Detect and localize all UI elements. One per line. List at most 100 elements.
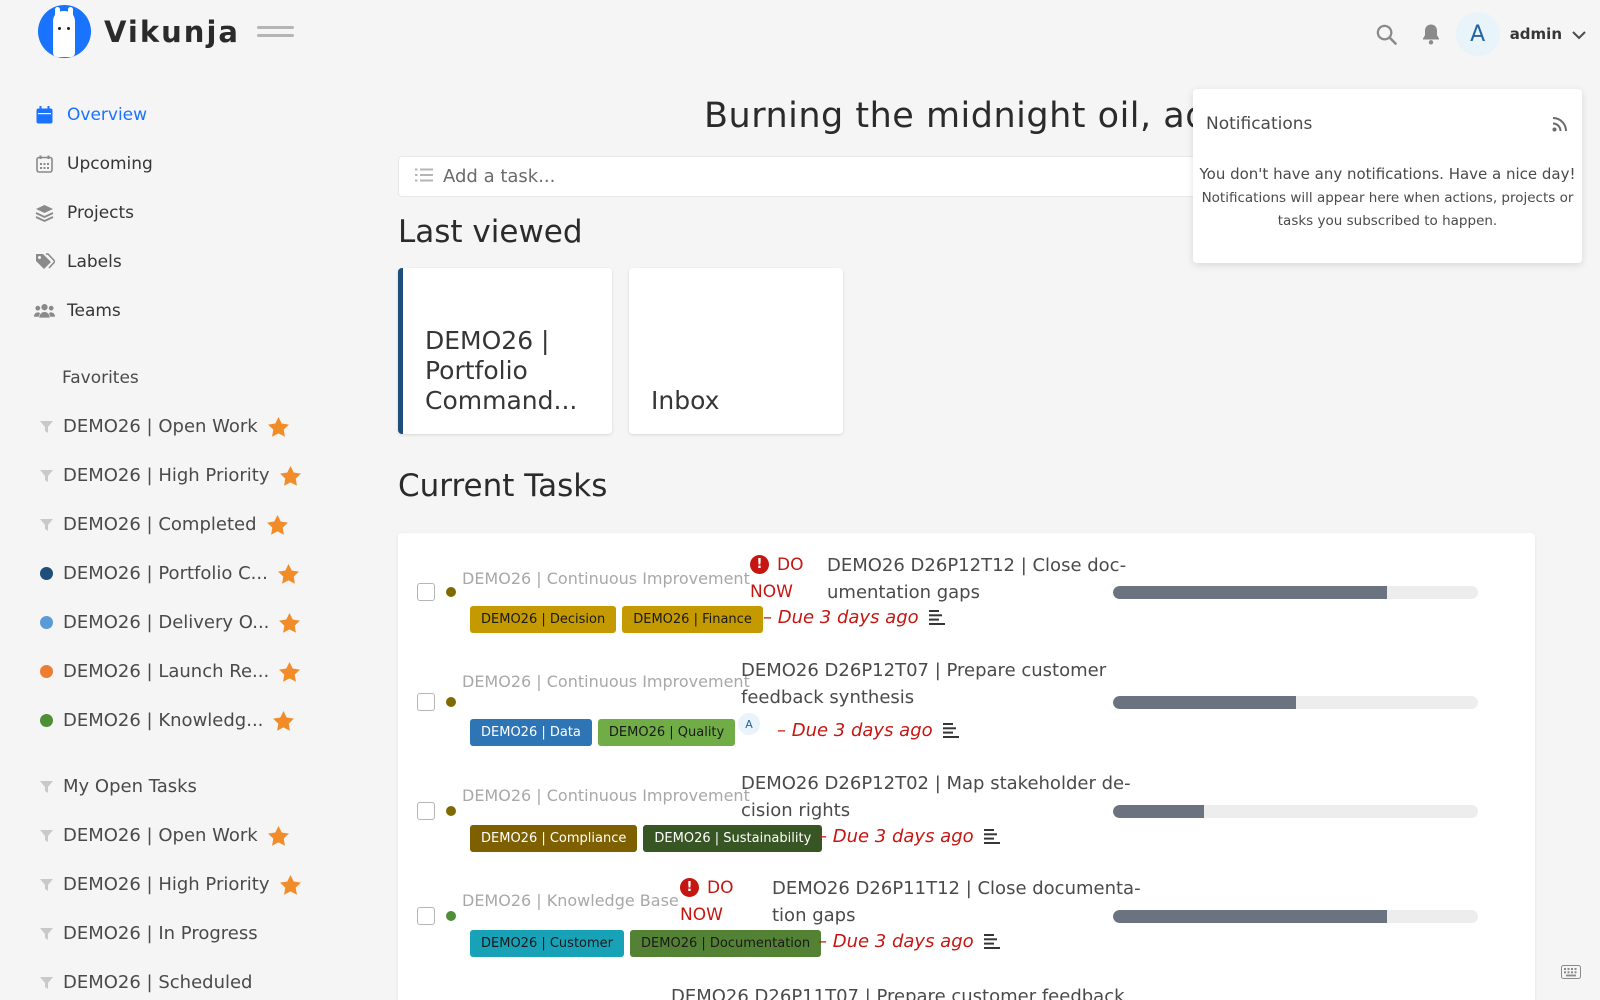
- description-icon: [928, 609, 945, 630]
- sidebar-item-projects[interactable]: Projects: [0, 188, 330, 237]
- llama-logo-icon: [38, 5, 91, 58]
- star-icon[interactable]: [279, 465, 301, 486]
- task-labels: DEMO26 | Data DEMO26 | Quality: [470, 719, 741, 746]
- due-date: – Due 3 days ago: [818, 826, 1000, 849]
- task-checkbox[interactable]: [417, 907, 435, 925]
- sidebar-item-labels[interactable]: Labels: [0, 237, 330, 286]
- task-labels: DEMO26 | Compliance DEMO26 | Sustainabili…: [470, 825, 828, 852]
- project-color-dot: [39, 665, 53, 679]
- project-color-dot: [39, 714, 53, 728]
- app-logo[interactable]: Vikunja: [38, 5, 240, 58]
- task-progress-bar: [1113, 696, 1478, 709]
- last-viewed-heading: Last viewed: [398, 214, 583, 250]
- notifications-title: Notifications: [1206, 114, 1313, 134]
- star-icon[interactable]: [279, 874, 301, 895]
- sidebar-project-item[interactable]: DEMO26 | Completed: [0, 500, 330, 549]
- sidebar-project-label: DEMO26 | Knowledg...: [63, 710, 264, 731]
- task-progress-bar: [1113, 910, 1478, 923]
- sidebar-project-item[interactable]: DEMO26 | In Progress: [0, 909, 330, 958]
- sidebar-item-overview[interactable]: Overview: [0, 90, 330, 139]
- rss-icon[interactable]: [1552, 116, 1568, 136]
- task-title[interactable]: DEMO26 D26P12T12 | Close doc-umentation …: [827, 552, 1126, 606]
- sidebar-item-label: Overview: [67, 104, 148, 125]
- username[interactable]: admin: [1510, 25, 1562, 43]
- project-color-dot: [39, 616, 53, 630]
- assignee-avatar[interactable]: A: [738, 713, 760, 735]
- chevron-down-icon[interactable]: [1572, 25, 1586, 44]
- menu-toggle-button[interactable]: [257, 26, 294, 43]
- project-card-title: DEMO26 | Portfolio Command...: [425, 326, 578, 415]
- task-list: DEMO26 | Continuous Improvement ! DO NOW …: [398, 533, 1535, 1000]
- star-icon[interactable]: [273, 710, 295, 731]
- task-checkbox[interactable]: [417, 802, 435, 820]
- sidebar-project-item[interactable]: DEMO26 | Portfolio C...: [0, 549, 330, 598]
- sidebar-project-item[interactable]: DEMO26 | Knowledg...: [0, 696, 330, 745]
- filter-icon: [39, 829, 53, 843]
- task-project: DEMO26 | Continuous Improvement: [462, 672, 750, 691]
- star-icon[interactable]: [267, 825, 289, 846]
- task-title[interactable]: DEMO26 D26P11T12 | Close documenta-tion …: [772, 875, 1141, 929]
- task-label: DEMO26 | Documentation: [630, 930, 822, 957]
- task-title[interactable]: DEMO26 D26P12T02 | Map stakeholder de-ci…: [741, 770, 1131, 824]
- star-icon[interactable]: [277, 563, 299, 584]
- sidebar-project-item[interactable]: DEMO26 | Launch Re...: [0, 647, 330, 696]
- filter-icon: [39, 780, 53, 794]
- sidebar-project-item[interactable]: DEMO26 | Open Work: [0, 811, 330, 860]
- exclamation-icon: !: [750, 555, 769, 574]
- sidebar-project-item[interactable]: DEMO26 | Delivery O...: [0, 598, 330, 647]
- sidebar-project-label: DEMO26 | Open Work: [63, 825, 258, 846]
- saved-filters-list: My Open Tasks DEMO26 | Open Work DEMO26 | …: [0, 762, 330, 1000]
- task-checkbox[interactable]: [417, 583, 435, 601]
- calendar-grid-icon: [34, 153, 55, 174]
- add-task-input[interactable]: Add a task...: [398, 156, 1198, 197]
- task-label: DEMO26 | Quality: [597, 719, 736, 746]
- filter-icon: [39, 518, 53, 532]
- star-icon[interactable]: [279, 612, 301, 633]
- sidebar-project-label: DEMO26 | Launch Re...: [63, 661, 270, 682]
- sidebar-item-label: Teams: [67, 300, 121, 321]
- project-card-title: Inbox: [651, 386, 720, 415]
- task-title[interactable]: DEMO26 D26P12T07 | Prepare customer feedb…: [741, 657, 1106, 711]
- task-list-icon: [415, 167, 433, 186]
- task-label: DEMO26 | Customer: [470, 930, 625, 957]
- notifications-popup: Notifications You don't have any notific…: [1193, 89, 1582, 263]
- task-progress-bar: [1113, 586, 1478, 599]
- project-card[interactable]: Inbox: [629, 268, 843, 434]
- header-actions: A admin: [1374, 12, 1586, 56]
- sidebar-item-upcoming[interactable]: Upcoming: [0, 139, 330, 188]
- star-icon[interactable]: [266, 514, 288, 535]
- sidebar-project-label: DEMO26 | High Priority: [63, 874, 270, 895]
- sidebar-project-item[interactable]: DEMO26 | High Priority: [0, 451, 330, 500]
- notifications-empty-message: You don't have any notifications. Have a…: [1199, 165, 1576, 183]
- filter-icon: [39, 878, 53, 892]
- sidebar-item-teams[interactable]: Teams: [0, 286, 330, 335]
- keyboard-shortcuts-icon[interactable]: [1561, 964, 1581, 983]
- project-card[interactable]: DEMO26 | Portfolio Command...: [398, 268, 612, 434]
- notifications-hint: Notifications will appear here when acti…: [1201, 190, 1574, 229]
- task-label: DEMO26 | Finance: [622, 606, 763, 633]
- description-icon: [983, 828, 1000, 849]
- bell-icon[interactable]: [1418, 21, 1444, 47]
- sidebar-project-item[interactable]: DEMO26 | Scheduled: [0, 958, 330, 1000]
- sidebar-project-label: DEMO26 | Portfolio C...: [63, 563, 268, 584]
- page-title: Burning the midnight oil, admi: [704, 96, 1194, 136]
- project-color-dot: [446, 911, 456, 921]
- search-icon[interactable]: [1374, 21, 1400, 47]
- calendar-icon: [34, 104, 55, 125]
- task-project: DEMO26 | Continuous Improvement: [462, 786, 750, 805]
- task-checkbox[interactable]: [417, 693, 435, 711]
- sidebar-project-item[interactable]: DEMO26 | High Priority: [0, 860, 330, 909]
- due-date: – Due 3 days ago: [818, 931, 1000, 954]
- task-title[interactable]: DEMO26 D26P11T07 | Prepare customer feed…: [671, 983, 1125, 1000]
- star-icon[interactable]: [267, 416, 289, 437]
- users-icon: [34, 300, 55, 321]
- avatar[interactable]: A: [1455, 12, 1500, 56]
- sidebar-project-item[interactable]: DEMO26 | Open Work: [0, 402, 330, 451]
- due-date: – Due 3 days ago: [763, 607, 945, 630]
- task-label: DEMO26 | Data: [470, 719, 592, 746]
- task-labels: DEMO26 | Customer DEMO26 | Documentation: [470, 930, 827, 957]
- star-icon[interactable]: [279, 661, 301, 682]
- sidebar-project-item[interactable]: My Open Tasks: [0, 762, 330, 811]
- sidebar-project-label: DEMO26 | High Priority: [63, 465, 270, 486]
- task-project: DEMO26 | Continuous Improvement: [462, 569, 750, 588]
